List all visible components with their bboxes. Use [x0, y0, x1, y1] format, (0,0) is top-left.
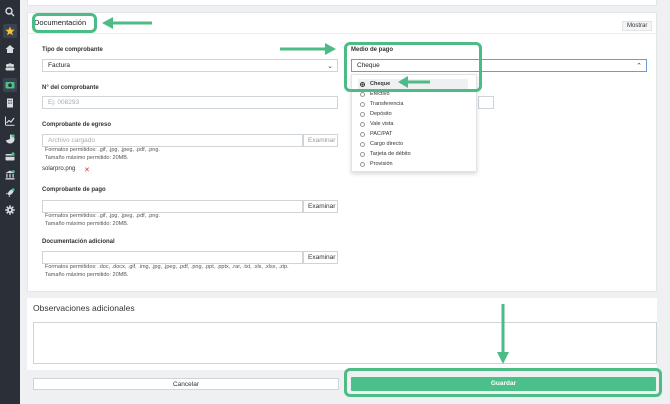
radio-icon	[360, 131, 365, 137]
bank-icon[interactable]	[3, 168, 17, 182]
option-label: Tarjeta de débito	[370, 151, 411, 157]
numero-comprobante-label: N° del comprobante	[42, 85, 99, 91]
radio-icon	[360, 161, 365, 167]
radio-icon	[360, 121, 365, 127]
users-icon[interactable]	[3, 60, 17, 74]
comprobante-egreso-label: Comprobante de egreso	[42, 122, 112, 128]
arrow-left-icon	[398, 76, 430, 88]
radio-icon	[360, 101, 365, 107]
comprobante-egreso-input[interactable]: Archivo cargado	[42, 134, 303, 147]
option-label: Vale vista	[370, 121, 394, 127]
previous-section-edge	[27, 0, 657, 6]
option-cargo-directo[interactable]: Cargo directo	[360, 139, 403, 149]
egreso-formats: Formatos permitidos: .gif, .jpg, .jpeg, …	[45, 147, 160, 162]
documentacion-adicional-input[interactable]	[42, 251, 303, 264]
highlight-section-title	[32, 13, 97, 33]
examinar-adicional-button[interactable]: Examinar	[303, 251, 338, 264]
egreso-formats-text: Formatos permitidos: .gif, .jpg, .jpeg, …	[45, 147, 160, 153]
examinar-egreso-button[interactable]: Examinar	[303, 134, 338, 147]
option-transferencia[interactable]: Transferencia	[360, 99, 403, 109]
adicional-formats: Formatos permitidos: .doc, .docx, .gif, …	[45, 264, 289, 279]
numero-comprobante-input[interactable]: Ej: 008293	[42, 96, 338, 109]
sidebar	[0, 0, 20, 404]
radio-icon	[360, 151, 365, 157]
fecha-input[interactable]	[478, 96, 494, 109]
gear-icon[interactable]	[3, 203, 17, 217]
option-label: PAC/PAT	[370, 131, 393, 137]
examinar-pago-button[interactable]: Examinar	[303, 200, 338, 213]
option-deposito[interactable]: Depósito	[360, 109, 392, 119]
option-label: Cargo directo	[370, 141, 404, 147]
tipo-comprobante-select[interactable]: Factura ⌄	[42, 59, 338, 72]
show-button[interactable]: Mostrar	[622, 21, 653, 31]
rocket-icon[interactable]	[3, 186, 17, 200]
section-divider	[27, 33, 657, 34]
pago-formats-text: Formatos permitidos: .gif, .jpg, .jpeg, …	[45, 213, 160, 219]
search-icon[interactable]	[3, 5, 17, 19]
home-icon[interactable]	[3, 42, 17, 56]
uploaded-file-name: solarpro.png	[42, 166, 76, 172]
main-content: Documentación Mostrar Tipo de comprobant…	[20, 0, 670, 404]
comprobante-pago-label: Comprobante de pago	[42, 187, 106, 193]
highlight-save-button	[344, 368, 662, 397]
pago-max-size: Tamaño máximo permitido: 20MB.	[45, 220, 129, 227]
arrow-left-icon	[102, 17, 152, 29]
radio-icon	[360, 111, 365, 117]
adicional-max-size: Tamaño máximo permitido: 20MB.	[45, 271, 129, 278]
observaciones-title: Observaciones adicionales	[33, 303, 135, 313]
option-pac-pat[interactable]: PAC/PAT	[360, 129, 392, 139]
option-vale-vista[interactable]: Vale vista	[360, 119, 393, 129]
option-provision[interactable]: Provisión	[360, 159, 393, 169]
tipo-comprobante-value: Factura	[48, 62, 71, 69]
egreso-max-size: Tamaño máximo permitido: 20MB.	[45, 154, 129, 161]
arrow-down-icon	[497, 304, 509, 364]
adicional-formats-text: Formatos permitidos: .doc, .docx, .gif, …	[45, 264, 289, 270]
pie-icon[interactable]	[3, 132, 17, 146]
observaciones-textarea[interactable]	[33, 322, 657, 364]
pago-formats: Formatos permitidos: .gif, .jpg, .jpeg, …	[45, 213, 160, 228]
star-icon[interactable]	[3, 24, 17, 38]
building-icon[interactable]	[3, 96, 17, 110]
arrow-right-icon	[280, 43, 336, 55]
chevron-up-icon: ⌃	[636, 63, 642, 70]
radio-icon	[360, 141, 365, 147]
documentacion-adicional-label: Documentación adicional	[42, 239, 115, 245]
tipo-comprobante-label: Tipo de comprobante	[42, 47, 103, 53]
option-label: Provisión	[370, 161, 393, 167]
option-label: Depósito	[370, 111, 392, 117]
camera-icon[interactable]	[3, 78, 17, 92]
radio-icon	[360, 91, 365, 97]
chevron-down-icon: ⌄	[327, 63, 333, 70]
chart-icon[interactable]	[3, 114, 17, 128]
card-icon[interactable]	[3, 150, 17, 164]
option-label: Transferencia	[370, 101, 404, 107]
remove-file-icon[interactable]: ✕	[84, 166, 90, 174]
cancel-button[interactable]: Cancelar	[33, 378, 339, 390]
comprobante-pago-input[interactable]	[42, 200, 303, 213]
option-tarjeta-debito[interactable]: Tarjeta de débito	[360, 149, 411, 159]
